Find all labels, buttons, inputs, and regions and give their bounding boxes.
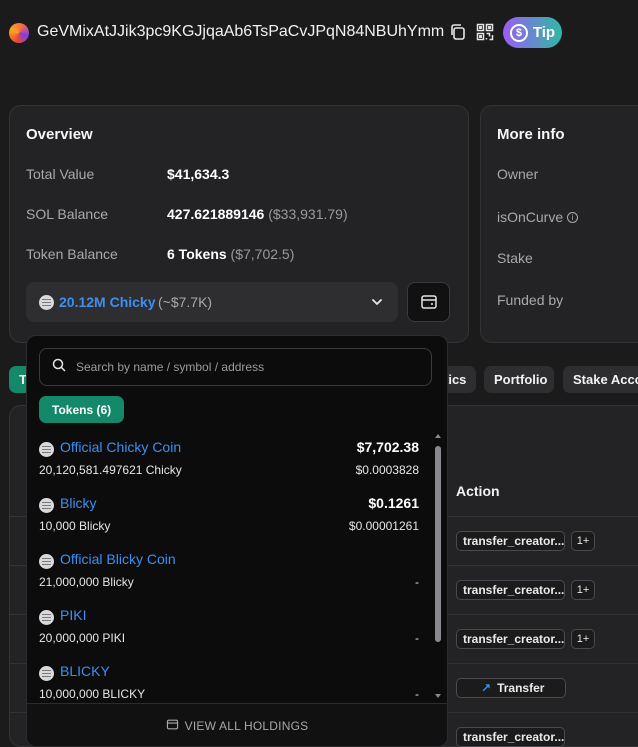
- search-icon: [52, 358, 66, 377]
- token-price: -: [415, 687, 419, 701]
- token-icon: [39, 442, 54, 457]
- token-icon: [39, 295, 54, 310]
- token-value: $0.1261: [368, 495, 419, 511]
- more-info-title: More info: [497, 126, 565, 143]
- tip-label: Tip: [532, 24, 556, 41]
- token-icon: [39, 498, 54, 513]
- token-price: $0.00001261: [348, 519, 419, 533]
- token-balance: 6 Tokens ($7,702.5): [167, 246, 294, 262]
- token-balance-count: 6 Tokens: [167, 246, 227, 262]
- token-name[interactable]: BLICKY: [60, 663, 110, 679]
- token-holdings-select[interactable]: 20.12M Chicky (~$7.7K): [26, 282, 398, 322]
- wallet-address: GeVMixAtJJik3pc9KGJjqaAb6TsPaCvJPqN84NBU…: [37, 23, 445, 40]
- selected-token-amount: 20.12M Chicky: [59, 294, 156, 310]
- token-amount: 10,000,000 BLICKY: [39, 687, 146, 701]
- selected-token-usd: (~$7.7K): [158, 294, 213, 310]
- search-input[interactable]: [74, 359, 418, 375]
- view-all-holdings-button[interactable]: VIEW ALL HOLDINGS: [27, 703, 447, 746]
- token-price: -: [415, 631, 419, 645]
- token-icon: [39, 610, 54, 625]
- token-amount: 20,120,581.497621 Chicky: [39, 463, 182, 477]
- token-dropdown: Tokens (6) Official Chicky Coin 20,120,5…: [26, 335, 448, 747]
- action-chip[interactable]: transfer_creator...: [456, 531, 565, 551]
- tab-stake-accounts[interactable]: Stake Accou: [563, 366, 638, 393]
- owner-label: Owner: [497, 166, 539, 182]
- dollar-circle-icon: $: [509, 23, 528, 42]
- action-column-header: Action: [456, 483, 500, 499]
- tab-portfolio[interactable]: Portfolio: [484, 366, 554, 393]
- tokens-filter-badge[interactable]: Tokens (6): [39, 396, 125, 423]
- more-actions-chip[interactable]: 1+: [571, 580, 595, 600]
- token-icon: [39, 554, 54, 569]
- oncurve-label: isOnCurve i: [497, 209, 579, 225]
- token-name[interactable]: PIKI: [60, 607, 86, 623]
- sol-balance-amount: 427.621889146: [167, 206, 265, 222]
- token-balance-usd: ($7,702.5): [230, 246, 295, 262]
- more-actions-chip[interactable]: 1+: [571, 531, 595, 551]
- view-all-holdings-label: VIEW ALL HOLDINGS: [184, 718, 309, 733]
- sol-balance-label: SOL Balance: [26, 206, 108, 222]
- action-chip[interactable]: transfer_creator...: [456, 580, 565, 600]
- token-amount: 20,000,000 PIKI: [39, 631, 126, 645]
- info-icon[interactable]: i: [567, 211, 579, 223]
- token-balance-label: Token Balance: [26, 246, 118, 262]
- total-value-label: Total Value: [26, 166, 95, 182]
- sol-balance: 427.621889146 ($33,931.79): [167, 206, 348, 222]
- token-icon: [39, 666, 54, 681]
- more-actions-chip[interactable]: 1+: [571, 629, 595, 649]
- wallet-avatar: [9, 23, 29, 43]
- token-price: -: [415, 575, 419, 589]
- action-chip[interactable]: transfer_creator...: [456, 727, 565, 747]
- token-list-item[interactable]: Official Blicky Coin 21,000,000 Blicky -: [39, 550, 419, 600]
- token-list-item[interactable]: Official Chicky Coin 20,120,581.497621 C…: [39, 438, 419, 488]
- token-amount: 21,000,000 Blicky: [39, 575, 134, 589]
- oncurve-text: isOnCurve: [497, 209, 564, 225]
- token-name[interactable]: Official Blicky Coin: [60, 551, 176, 567]
- token-name[interactable]: Blicky: [60, 495, 97, 511]
- overview-title: Overview: [26, 126, 93, 143]
- token-search[interactable]: [39, 348, 432, 386]
- scrollbar-thumb[interactable]: [435, 446, 441, 642]
- token-name[interactable]: Official Chicky Coin: [60, 439, 181, 455]
- transfer-chip[interactable]: ↗ Transfer: [456, 678, 566, 698]
- arrow-up-right-icon: ↗: [481, 681, 492, 695]
- copy-icon[interactable]: [448, 22, 468, 42]
- token-amount: 10,000 Blicky: [39, 519, 111, 533]
- qr-code-icon[interactable]: [475, 22, 495, 42]
- action-chip[interactable]: transfer_creator...: [456, 629, 565, 649]
- token-price: $0.0003828: [355, 463, 419, 477]
- token-list-item[interactable]: PIKI 20,000,000 PIKI -: [39, 606, 419, 656]
- token-value: $7,702.38: [356, 439, 419, 455]
- transfer-label: Transfer: [497, 681, 545, 695]
- wallet-icon[interactable]: [407, 282, 450, 322]
- wallet-icon: [166, 718, 179, 734]
- chevron-down-icon: [370, 295, 384, 314]
- token-list-item[interactable]: Blicky 10,000 Blicky $0.1261 $0.00001261: [39, 494, 419, 544]
- stake-label: Stake: [497, 250, 533, 266]
- tip-button[interactable]: $ Tip: [503, 17, 562, 48]
- sol-balance-usd: ($33,931.79): [268, 206, 348, 222]
- total-value: $41,634.3: [167, 166, 230, 182]
- funded-by-label: Funded by: [497, 292, 564, 308]
